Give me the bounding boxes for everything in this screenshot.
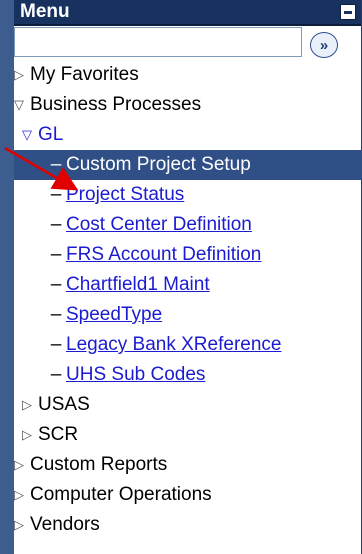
dash-icon: – bbox=[50, 364, 62, 385]
double-chevron-right-icon: » bbox=[319, 36, 329, 54]
triangle-right-icon: ▷ bbox=[14, 67, 24, 82]
menu-header: Menu bbox=[14, 0, 361, 26]
dash-icon: – bbox=[50, 244, 62, 265]
search-row: » bbox=[14, 26, 361, 60]
triangle-right-icon: ▷ bbox=[22, 397, 32, 412]
menu-tree: ▷ My Favorites ▽ Business Processes ▽ GL… bbox=[14, 60, 362, 540]
collapse-menu-icon[interactable] bbox=[340, 4, 356, 20]
menu-panel: Menu » ▷ My Favorites ▽ Business Process… bbox=[14, 0, 362, 554]
dash-icon: – bbox=[50, 334, 62, 355]
triangle-right-icon: ▷ bbox=[14, 517, 24, 532]
menu-item-project-status[interactable]: – Project Status bbox=[14, 180, 362, 210]
search-input[interactable] bbox=[14, 27, 302, 57]
menu-title: Menu bbox=[20, 1, 70, 22]
menu-item-usas[interactable]: ▷ USAS bbox=[14, 390, 362, 420]
menu-item-legacy-bank-xreference[interactable]: – Legacy Bank XReference bbox=[14, 330, 362, 360]
menu-item-uhs-sub-codes[interactable]: – UHS Sub Codes bbox=[14, 360, 362, 390]
menu-item-vendors[interactable]: ▷ Vendors bbox=[14, 510, 362, 540]
triangle-right-icon: ▷ bbox=[14, 457, 24, 472]
dash-icon: – bbox=[50, 304, 62, 325]
triangle-down-icon: ▽ bbox=[22, 127, 32, 142]
menu-item-business-processes[interactable]: ▽ Business Processes bbox=[14, 90, 362, 120]
menu-item-speedtype[interactable]: – SpeedType bbox=[14, 300, 362, 330]
dash-icon: – bbox=[50, 274, 62, 295]
triangle-right-icon: ▷ bbox=[14, 487, 24, 502]
menu-item-custom-project-setup[interactable]: – Custom Project Setup bbox=[14, 150, 362, 180]
dash-icon: – bbox=[50, 184, 62, 205]
dash-icon: – bbox=[50, 154, 62, 175]
search-go-button[interactable]: » bbox=[310, 32, 338, 58]
menu-item-gl[interactable]: ▽ GL bbox=[14, 120, 362, 150]
menu-item-computer-operations[interactable]: ▷ Computer Operations bbox=[14, 480, 362, 510]
left-bar bbox=[0, 0, 14, 554]
menu-item-frs-account-definition[interactable]: – FRS Account Definition bbox=[14, 240, 362, 270]
menu-item-my-favorites[interactable]: ▷ My Favorites bbox=[14, 60, 362, 90]
triangle-right-icon: ▷ bbox=[22, 427, 32, 442]
menu-item-chartfield1-maint[interactable]: – Chartfield1 Maint bbox=[14, 270, 362, 300]
menu-item-cost-center-definition[interactable]: – Cost Center Definition bbox=[14, 210, 362, 240]
menu-item-custom-reports[interactable]: ▷ Custom Reports bbox=[14, 450, 362, 480]
dash-icon: – bbox=[50, 214, 62, 235]
menu-item-scr[interactable]: ▷ SCR bbox=[14, 420, 362, 450]
triangle-down-icon: ▽ bbox=[14, 97, 24, 112]
